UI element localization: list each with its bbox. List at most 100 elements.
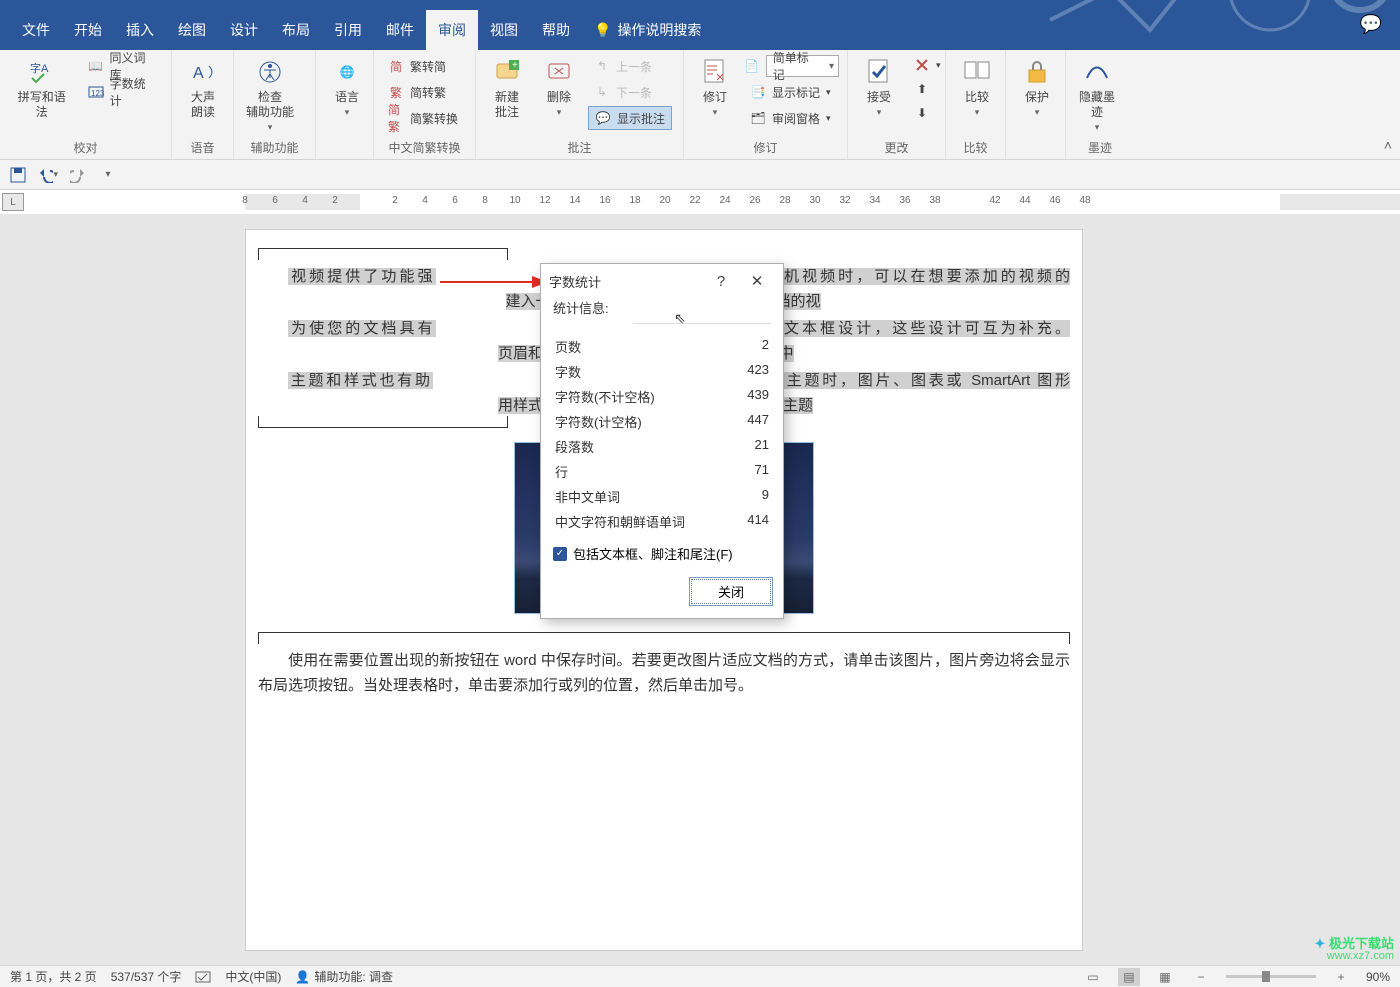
save-button[interactable] [8,165,28,185]
tab-insert[interactable]: 插入 [114,10,166,50]
accept-button[interactable]: 接受▾ [856,54,902,120]
ruler-tab-selector[interactable]: L [2,193,24,211]
compare-icon [961,56,993,88]
speaker-icon: A [187,56,219,88]
group-label-tracking: 修订 [692,139,839,157]
tab-draw[interactable]: 绘图 [166,10,218,50]
chevron-down-icon: ▾ [268,122,273,133]
s2t-icon: 繁 [388,84,404,100]
t2s-icon: 简 [388,58,404,74]
reviewing-pane-button[interactable]: 🗂审阅窗格▾ [744,106,839,130]
group-label-proofing: 校对 [8,139,163,157]
word-count-status[interactable]: 537/537 个字 [111,968,182,985]
protect-button[interactable]: 保护▾ [1014,54,1060,120]
stat-row: 页数2 [541,334,783,359]
tab-references[interactable]: 引用 [322,10,374,50]
collapse-ribbon-button[interactable]: ˄ [1384,137,1392,153]
tab-review[interactable]: 审阅 [426,10,478,50]
stat-row: 非中文单词9 [541,484,783,509]
chevron-down-icon: ▾ [1095,122,1100,133]
tab-view[interactable]: 视图 [478,10,530,50]
dialog-close-button[interactable]: ✕ [739,266,775,296]
group-label-speech: 语音 [180,139,225,157]
web-layout-button[interactable]: ▦ [1154,968,1176,986]
hide-ink-button[interactable]: 隐藏墨 迹▾ [1074,54,1120,135]
prev-comment-button[interactable]: ↰上一条 [588,54,672,78]
status-bar: 第 1 页，共 2 页 537/537 个字 中文(中国) 👤辅助功能: 调查 … [0,965,1400,987]
lock-icon [1021,56,1053,88]
show-markup-button[interactable]: 📑显示标记▾ [744,80,839,104]
stat-label: 字数 [555,362,581,381]
title-bar: 文件 开始 插入 绘图 设计 布局 引用 邮件 审阅 视图 帮助 💡 操作说明搜… [0,0,1400,50]
zoom-level[interactable]: 90% [1366,970,1390,984]
lightbulb-icon: 💡 [594,22,611,39]
tab-design[interactable]: 设计 [218,10,270,50]
reject-icon [914,57,930,73]
zoom-slider[interactable] [1226,975,1316,978]
paragraph[interactable]: 使用在需要位置出现的新按钮在 word 中保存时间。若要更改图片适应文档的方式，… [258,648,1070,698]
zoom-in-button[interactable]: + [1330,968,1352,986]
tab-file[interactable]: 文件 [10,10,62,50]
tab-home[interactable]: 开始 [62,10,114,50]
delete-comment-button[interactable]: 删除▾ [536,54,582,120]
tell-me-search[interactable]: 💡 操作说明搜索 [582,10,713,50]
tab-mailings[interactable]: 邮件 [374,10,426,50]
language-button[interactable]: 🌐语言▾ [324,54,370,120]
stat-row: 中文字符和朝鲜语单词 414 [541,509,783,534]
stat-value: 439 [747,387,769,406]
share-button[interactable]: 💬 [1360,14,1382,35]
stat-label: 字符数(计空格) [555,412,642,431]
dialog-close-btn[interactable]: 关闭 [689,577,773,606]
group-label-accessibility: 辅助功能 [242,139,307,157]
tab-help[interactable]: 帮助 [530,10,582,50]
page-count-status[interactable]: 第 1 页，共 2 页 [10,968,97,985]
print-layout-button[interactable]: ▤ [1118,968,1140,986]
language-status[interactable]: 中文(中国) [225,968,281,985]
stat-value: 423 [747,362,769,381]
tab-layout[interactable]: 布局 [270,10,322,50]
undo-button[interactable]: ▾ [38,165,58,185]
stat-row: 段落数21 [541,434,783,459]
zoom-out-button[interactable]: − [1190,968,1212,986]
reject-button[interactable]: ▾ [908,54,947,76]
compare-button[interactable]: 比较▾ [954,54,1000,120]
track-changes-button[interactable]: 修订▾ [692,54,738,120]
new-comment-button[interactable]: +新建 批注 [484,54,530,122]
word-count-button[interactable]: 123字数统计 [82,80,163,104]
prev-change-button[interactable]: ⬆ [908,78,947,100]
read-mode-button[interactable]: ▭ [1082,968,1104,986]
svg-text:字A: 字A [30,61,49,75]
spellcheck-status[interactable] [195,970,211,984]
show-comments-button[interactable]: 💬显示批注 [588,106,672,130]
redo-button[interactable] [68,165,88,185]
traditional-to-simplified-button[interactable]: 简繁转简 [382,54,464,78]
read-aloud-button[interactable]: A大声 朗读 [180,54,226,122]
display-for-review-select[interactable]: 📄简单标记 [744,54,839,78]
spelling-grammar-button[interactable]: 字A 拼写和语法 [8,54,76,122]
tell-me-label: 操作说明搜索 [617,20,701,40]
next-change-button[interactable]: ⬇ [908,102,947,124]
dialog-help-button[interactable]: ? [703,266,739,296]
accessibility-status[interactable]: 👤辅助功能: 调查 [295,968,393,985]
check-accessibility-button[interactable]: 检查 辅助功能▾ [242,54,298,135]
stat-label: 中文字符和朝鲜语单词 [555,512,685,531]
group-label-ctc: 中文简繁转换 [382,139,467,157]
chevron-down-icon: ▾ [557,107,562,118]
person-icon: 👤 [295,970,310,984]
stat-value: 414 [747,512,769,531]
customize-qat-button[interactable]: ▾ [98,165,118,185]
next-icon: ↳ [594,84,610,100]
stat-value: 447 [747,412,769,431]
prev-icon: ↰ [594,58,610,74]
next-comment-button[interactable]: ↳下一条 [588,80,672,104]
chevron-down-icon: ▾ [345,107,350,118]
stat-label: 字符数(不计空格) [555,387,655,406]
markup-list-icon: 📑 [750,84,766,100]
chinese-conversion-button[interactable]: 简繁简繁转换 [382,106,464,130]
include-textboxes-checkbox[interactable]: ✓ 包括文本框、脚注和尾注(F) [541,534,783,571]
accessibility-icon [254,56,286,88]
chevron-down-icon: ▾ [877,107,882,118]
horizontal-ruler[interactable]: 8642246810121416182022242628303234363842… [245,194,1400,210]
stat-value: 21 [755,437,769,456]
ink-icon [1081,56,1113,88]
